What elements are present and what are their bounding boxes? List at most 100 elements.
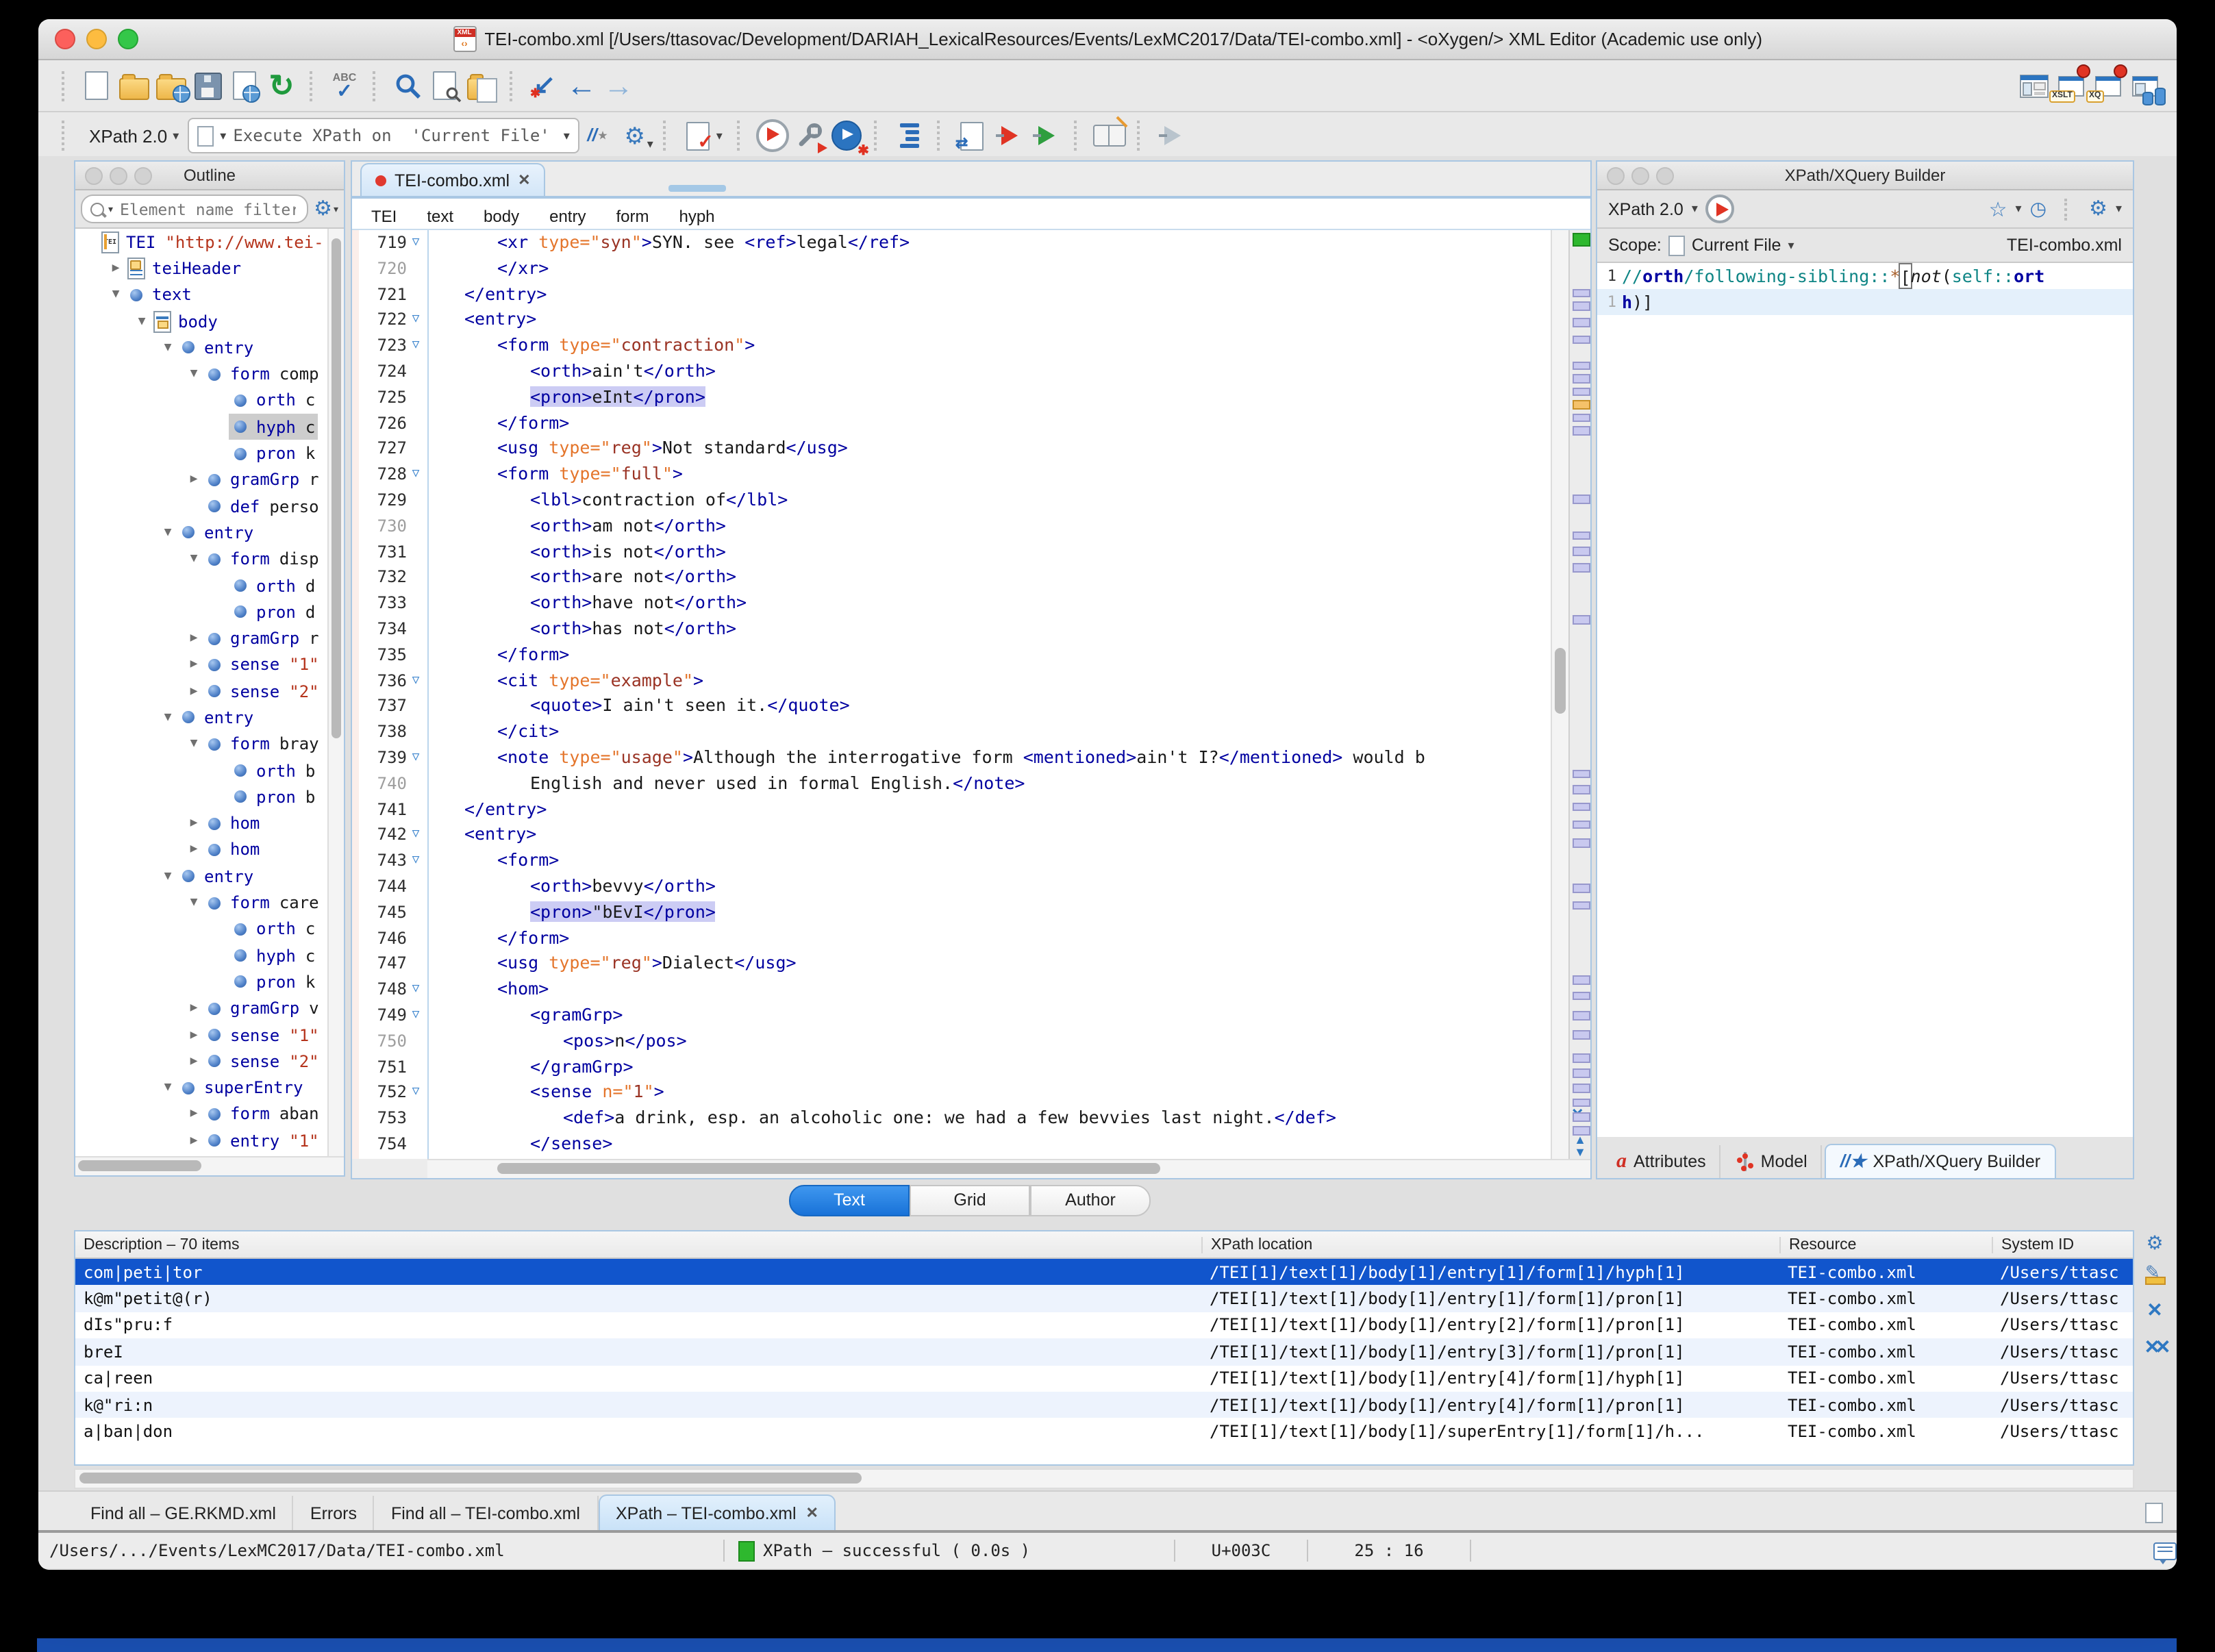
collapse-icon[interactable]: ▼ xyxy=(159,526,177,540)
outline-item-entry[interactable]: ▼entry xyxy=(75,705,329,731)
xpath-version-dropdown[interactable]: XPath 2.0▾ xyxy=(89,125,179,146)
line-number[interactable]: 722▽ xyxy=(359,308,427,334)
code-line-724[interactable]: <orth>ain't</orth> xyxy=(429,359,1551,385)
line-number[interactable]: 724 xyxy=(359,359,427,385)
last-modification-button[interactable]: ↙ ✱ xyxy=(526,67,563,104)
line-number[interactable]: 740 xyxy=(359,771,427,797)
occurrence-mark[interactable] xyxy=(1572,1084,1590,1092)
outline-item-orth[interactable]: orthb xyxy=(75,758,329,784)
breadcrumb-item-TEI[interactable]: TEI xyxy=(371,207,397,226)
outline-item-pron[interactable]: pronk xyxy=(75,440,329,467)
result-row[interactable]: k@m"petit@(r)/TEI[1]/text[1]/body[1]/ent… xyxy=(75,1286,2133,1312)
minimize-window-button[interactable] xyxy=(86,29,107,49)
occurrence-mark[interactable] xyxy=(1572,361,1590,370)
code-line-745[interactable]: <pron>"bEvI</pron> xyxy=(429,899,1551,925)
expand-icon[interactable]: ▶ xyxy=(185,843,203,857)
fold-toggle-icon[interactable]: ▽ xyxy=(407,1080,425,1106)
code-line-733[interactable]: <orth>have not</orth> xyxy=(429,590,1551,616)
code-line-719[interactable]: <xr type="syn">SYN. see <ref>legal</ref> xyxy=(429,230,1551,256)
navigate-marks-icon[interactable]: ▲▼ xyxy=(1571,1134,1589,1159)
result-row[interactable]: breI/TEI[1]/text[1]/body[1]/entry[3]/for… xyxy=(75,1338,2133,1365)
xpath-settings-button[interactable]: ⚙▾ xyxy=(616,117,653,154)
results-tab-find-all-tei-combo-xml[interactable]: Find all – TEI-combo.xml xyxy=(375,1496,598,1530)
outline-item-text[interactable]: ▼text xyxy=(75,281,329,308)
new-document-button[interactable] xyxy=(78,67,115,104)
collapse-icon[interactable]: ▼ xyxy=(185,552,203,566)
line-number[interactable]: 731 xyxy=(359,539,427,565)
reload-button[interactable]: ↻ xyxy=(263,67,300,104)
breadcrumb-item-entry[interactable]: entry xyxy=(549,207,586,226)
code-line-743[interactable]: <form> xyxy=(429,848,1551,874)
editor-horizontal-scrollbar[interactable] xyxy=(427,1159,1590,1178)
code-line-739[interactable]: <note type="usage">Although the interrog… xyxy=(429,745,1551,771)
line-number[interactable]: 745 xyxy=(359,899,427,925)
line-number[interactable]: 741 xyxy=(359,797,427,823)
outline-horizontal-scrollbar[interactable] xyxy=(75,1156,344,1175)
code-line-723[interactable]: <form type="contraction"> xyxy=(429,333,1551,359)
scrollbar-thumb[interactable] xyxy=(78,1160,201,1171)
scrollbar-thumb[interactable] xyxy=(331,238,340,739)
line-number[interactable]: 733 xyxy=(359,590,427,616)
result-row[interactable]: k@"ri:n/TEI[1]/text[1]/body[1]/entry[4]/… xyxy=(75,1392,2133,1418)
occurrence-mark[interactable] xyxy=(1572,400,1590,409)
configure-transformation-button[interactable] xyxy=(791,117,828,154)
code-line-721[interactable]: </entry> xyxy=(429,281,1551,308)
outline-item-pron[interactable]: pronk xyxy=(75,969,329,996)
occurrence-mark[interactable] xyxy=(1572,374,1590,383)
scrollbar-thumb[interactable] xyxy=(1555,648,1566,713)
expand-icon[interactable]: ▶ xyxy=(185,1028,203,1042)
column-header-xpath[interactable]: XPath location xyxy=(1201,1236,1779,1253)
code-line-720[interactable]: </xr> xyxy=(429,256,1551,282)
line-number[interactable]: 729 xyxy=(359,488,427,514)
results-tab-xpath-tei-combo-xml[interactable]: XPath – TEI-combo.xml✕ xyxy=(598,1494,836,1530)
validate-document-button[interactable]: ✓ xyxy=(679,117,716,154)
tab-attributes[interactable]: a Attributes xyxy=(1603,1145,1721,1178)
collapse-icon[interactable]: ▼ xyxy=(185,738,203,751)
result-row[interactable]: dIs"pru:f/TEI[1]/text[1]/body[1]/entry[2… xyxy=(75,1312,2133,1339)
result-row[interactable]: ca|reen/TEI[1]/text[1]/body[1]/entry[4]/… xyxy=(75,1365,2133,1392)
scrollbar-thumb[interactable] xyxy=(79,1473,862,1484)
code-line-736[interactable]: <cit type="example"> xyxy=(429,668,1551,694)
line-number[interactable]: 728▽ xyxy=(359,462,427,488)
outline-item-gramGrp[interactable]: ▶gramGrpv xyxy=(75,995,329,1022)
outline-panel-header[interactable]: Outline xyxy=(75,162,344,190)
collapse-icon[interactable]: ▼ xyxy=(159,711,177,725)
code-line-731[interactable]: <orth>is not</orth> xyxy=(429,539,1551,565)
format-indent-button[interactable] xyxy=(891,117,928,154)
view-mode-author[interactable]: Author xyxy=(1030,1184,1151,1216)
breadcrumb-item-body[interactable]: body xyxy=(484,207,519,226)
open-url-button[interactable] xyxy=(152,67,189,104)
xpath-expression-combo[interactable]: ▾ Execute XPath on 'Current File' ▾ xyxy=(187,118,579,153)
outline-vertical-scrollbar[interactable] xyxy=(327,229,344,1156)
back-button[interactable]: ← xyxy=(563,67,600,104)
occurrence-mark[interactable] xyxy=(1572,531,1590,540)
outline-item-hom[interactable]: ▶hom xyxy=(75,810,329,837)
code-line-738[interactable]: </cit> xyxy=(429,719,1551,745)
scope-value-dropdown[interactable]: Current File xyxy=(1692,236,1781,255)
code-line-727[interactable]: <usg type="reg">Not standard</usg> xyxy=(429,436,1551,462)
outline-item-entry[interactable]: ▶entry"1" xyxy=(75,1127,329,1154)
expand-icon[interactable]: ▶ xyxy=(185,1002,203,1016)
column-header-system-id[interactable]: System ID xyxy=(1992,1236,2129,1253)
scrollbar-thumb[interactable] xyxy=(497,1163,1160,1174)
fold-toggle-icon[interactable]: ▽ xyxy=(407,823,425,849)
close-tab-icon[interactable]: ✕ xyxy=(518,171,530,189)
xpath-expression-editor[interactable]: 1//orth/following-sibling::*[not(self::o… xyxy=(1597,263,2133,1137)
chevron-down-icon[interactable]: ▾ xyxy=(564,128,570,143)
occurrence-mark[interactable] xyxy=(1572,901,1590,910)
line-number[interactable]: 732 xyxy=(359,565,427,591)
outline-item-superEntry[interactable]: ▼superEntry xyxy=(75,1075,329,1101)
collapse-icon[interactable]: ▼ xyxy=(159,870,177,884)
panel-doc-icon[interactable] xyxy=(2145,1503,2163,1523)
line-number[interactable]: 751 xyxy=(359,1054,427,1080)
view-mode-text[interactable]: Text xyxy=(789,1184,910,1216)
outline-item-form[interactable]: ▼formcomp xyxy=(75,361,329,388)
outline-item-sense[interactable]: ▶sense"2" xyxy=(75,678,329,705)
line-number[interactable]: 730 xyxy=(359,514,427,540)
breadcrumb-item-hyph[interactable]: hyph xyxy=(679,207,714,226)
occurrence-mark[interactable] xyxy=(1572,1054,1590,1063)
outline-item-def[interactable]: defperso xyxy=(75,493,329,520)
occurrence-mark[interactable] xyxy=(1572,318,1590,327)
code-line-732[interactable]: <orth>are not</orth> xyxy=(429,565,1551,591)
occurrence-mark[interactable] xyxy=(1572,884,1590,893)
